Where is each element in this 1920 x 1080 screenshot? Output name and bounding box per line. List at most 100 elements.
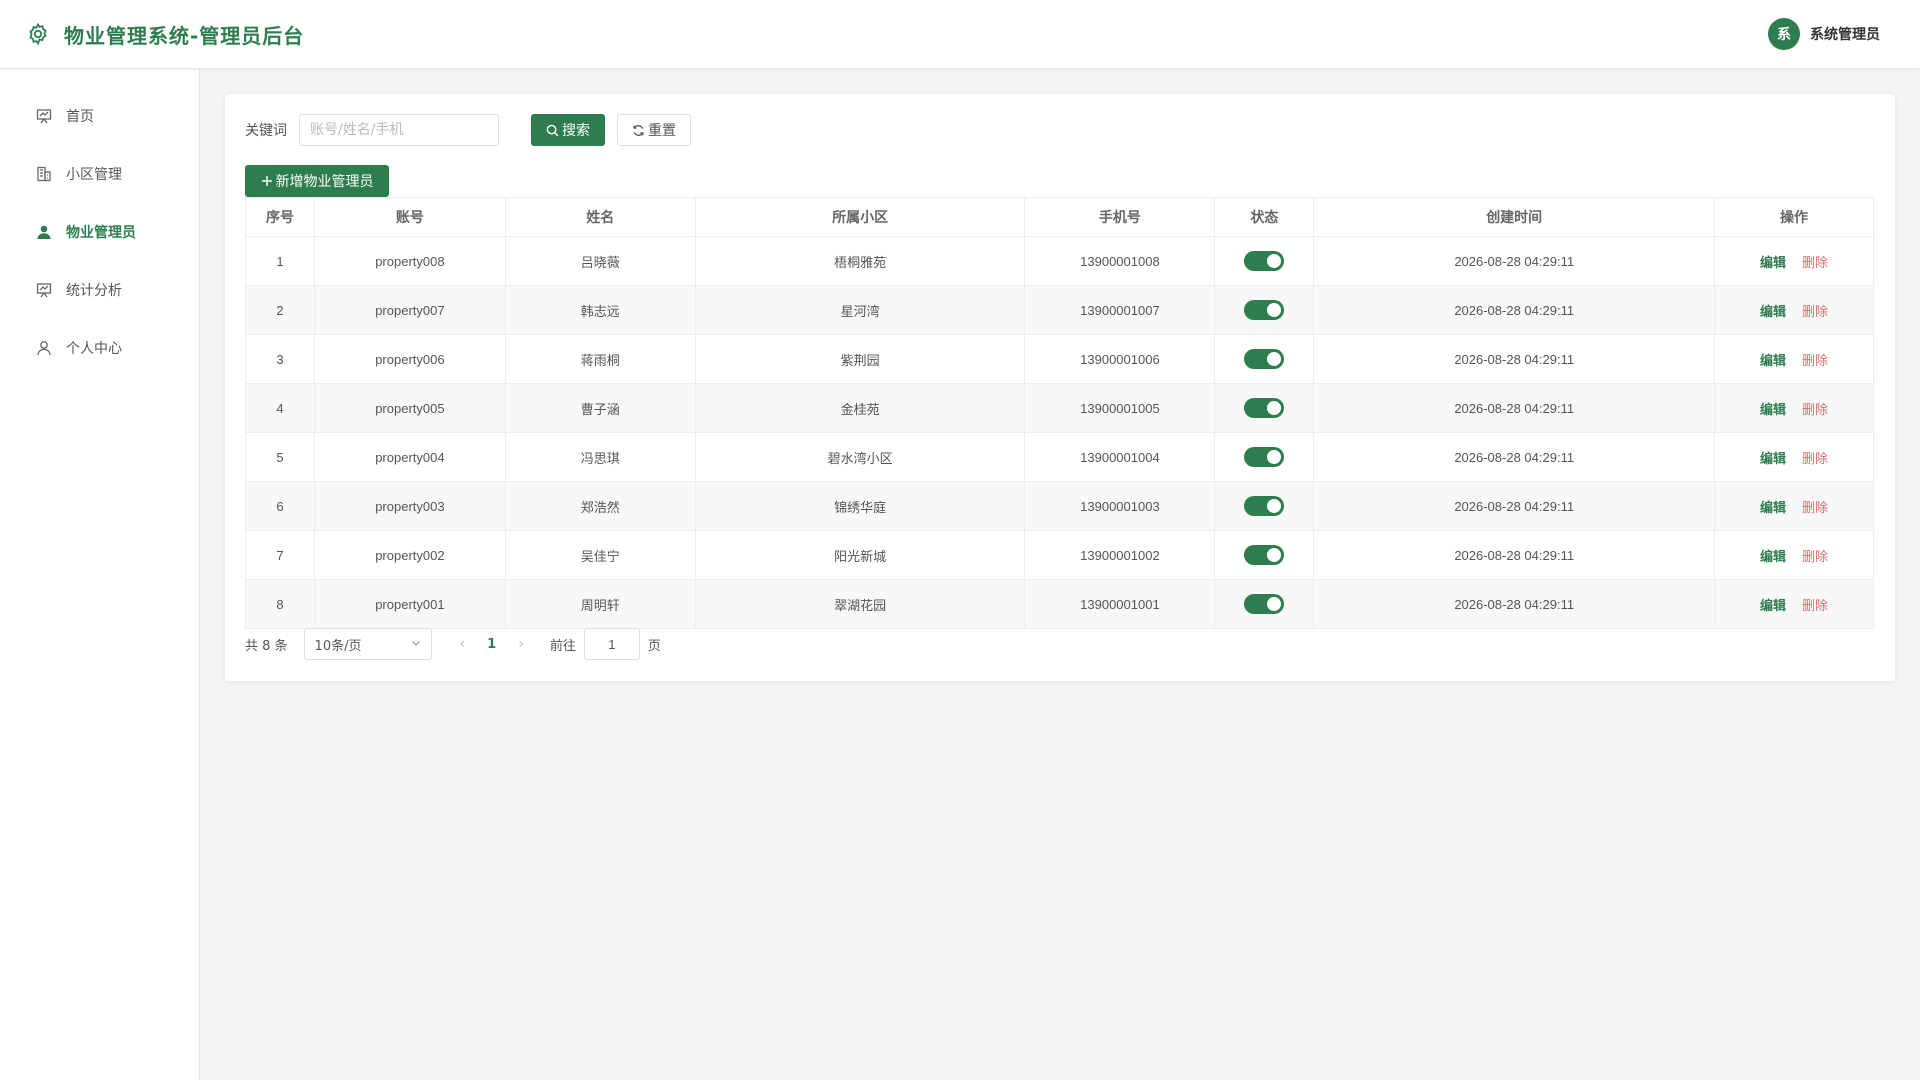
cell-created: 2026-08-28 04:29:11 <box>1313 285 1716 335</box>
search-icon <box>546 124 559 137</box>
goto-page-input[interactable] <box>583 628 640 660</box>
cell-status <box>1214 530 1315 580</box>
cell-phone: 13900001007 <box>1024 285 1216 335</box>
cell-community: 翠湖花园 <box>694 579 1026 629</box>
delete-button[interactable]: 删除 <box>1802 353 1828 368</box>
prev-page-icon[interactable]: ‹ <box>460 636 466 652</box>
goto-label: 前往 <box>549 638 576 654</box>
status-toggle[interactable] <box>1244 545 1285 565</box>
cell-created: 2026-08-28 04:29:11 <box>1313 530 1716 580</box>
delete-button[interactable]: 删除 <box>1802 549 1828 564</box>
next-page-icon[interactable]: › <box>518 636 524 652</box>
sidebar-item-home[interactable]: 首页 <box>0 87 199 145</box>
cell-phone: 13900001001 <box>1024 579 1216 629</box>
reset-button[interactable]: 重置 <box>617 114 691 146</box>
cell-phone: 13900001004 <box>1024 432 1216 482</box>
cell-community: 星河湾 <box>694 285 1026 335</box>
cell-community: 紫荆园 <box>694 334 1026 384</box>
chevron-down-icon <box>411 637 421 652</box>
cell-community: 阳光新城 <box>694 530 1026 580</box>
user-filled-icon <box>36 224 52 240</box>
sidebar-item-community[interactable]: 小区管理 <box>0 145 199 203</box>
cell-name: 韩志远 <box>504 285 696 335</box>
status-toggle[interactable] <box>1244 349 1285 369</box>
building-icon <box>36 166 52 182</box>
delete-button[interactable]: 删除 <box>1802 304 1828 319</box>
goto-suffix: 页 <box>647 638 661 654</box>
status-toggle[interactable] <box>1244 251 1285 271</box>
keyword-input[interactable] <box>299 114 499 146</box>
edit-button[interactable]: 编辑 <box>1760 402 1786 417</box>
cell-account: property007 <box>313 285 506 335</box>
cell-name: 曹子涵 <box>504 383 696 433</box>
search-button[interactable]: 搜索 <box>531 114 605 146</box>
cell-index: 3 <box>245 334 315 384</box>
delete-button[interactable]: 删除 <box>1802 500 1828 515</box>
cell-actions: 编辑 删除 <box>1714 579 1874 629</box>
cell-name: 郑浩然 <box>504 481 696 531</box>
page-size-select[interactable]: 10条/页 <box>303 628 432 660</box>
table-body: 1 property008 吕晓薇 梧桐雅苑 13900001008 2026-08-28… <box>245 236 1874 629</box>
column-header-community: 所属小区 <box>694 197 1026 237</box>
column-header-name: 姓名 <box>504 197 696 237</box>
delete-button[interactable]: 删除 <box>1802 402 1828 417</box>
status-toggle[interactable] <box>1244 594 1285 614</box>
cell-actions: 编辑 删除 <box>1714 236 1874 286</box>
sidebar-item-property-admins[interactable]: 物业管理员 <box>0 203 199 261</box>
edit-button[interactable]: 编辑 <box>1760 255 1786 270</box>
cell-status <box>1214 236 1315 286</box>
sidebar-item-label: 小区管理 <box>66 167 122 183</box>
edit-button[interactable]: 编辑 <box>1760 549 1786 564</box>
cell-status <box>1214 432 1315 482</box>
cell-account: property001 <box>313 579 506 629</box>
delete-button[interactable]: 删除 <box>1802 451 1828 466</box>
property-admin-table: 序号 账号 姓名 所属小区 手机号 状态 创建时间 操作 1 property00… <box>245 197 1874 629</box>
cell-created: 2026-08-28 04:29:11 <box>1313 579 1716 629</box>
cell-actions: 编辑 删除 <box>1714 285 1874 335</box>
cell-index: 2 <box>245 285 315 335</box>
page-number-current[interactable]: 1 <box>487 637 496 652</box>
table-row: 8 property001 周明轩 翠湖花园 13900001001 2026-08-28… <box>245 579 1874 629</box>
cell-status <box>1214 481 1315 531</box>
delete-button[interactable]: 删除 <box>1802 598 1828 613</box>
edit-button[interactable]: 编辑 <box>1760 353 1786 368</box>
app-title: 物业管理系统-管理员后台 <box>64 23 305 48</box>
cell-community: 碧水湾小区 <box>694 432 1026 482</box>
status-toggle[interactable] <box>1244 496 1285 516</box>
avatar[interactable]: 系 <box>1768 18 1800 50</box>
cell-actions: 编辑 删除 <box>1714 334 1874 384</box>
sidebar-item-statistics[interactable]: 统计分析 <box>0 261 199 319</box>
cell-phone: 13900001005 <box>1024 383 1216 433</box>
edit-button[interactable]: 编辑 <box>1760 500 1786 515</box>
cell-account: property005 <box>313 383 506 433</box>
table-row: 2 property007 韩志远 星河湾 13900001007 2026-08-28 … <box>245 285 1874 335</box>
add-property-admin-button[interactable]: 新增物业管理员 <box>245 165 389 197</box>
cell-account: property003 <box>313 481 506 531</box>
status-toggle[interactable] <box>1244 398 1285 418</box>
cell-phone: 13900001006 <box>1024 334 1216 384</box>
status-toggle[interactable] <box>1244 300 1285 320</box>
status-toggle[interactable] <box>1244 447 1285 467</box>
delete-button[interactable]: 删除 <box>1802 255 1828 270</box>
cell-created: 2026-08-28 04:29:11 <box>1313 481 1716 531</box>
column-header-account: 账号 <box>313 197 506 237</box>
edit-button[interactable]: 编辑 <box>1760 304 1786 319</box>
content-card: 关键词 搜索 重置 新增物业管理员 <box>225 94 1895 681</box>
sidebar-item-label: 个人中心 <box>66 341 122 357</box>
cell-name: 周明轩 <box>504 579 696 629</box>
edit-button[interactable]: 编辑 <box>1760 451 1786 466</box>
search-bar: 关键词 搜索 重置 <box>245 114 691 146</box>
table-row: 3 property006 蒋雨桐 紫荆园 13900001006 2026-08-28 … <box>245 334 1874 384</box>
user-name[interactable]: 系统管理员 <box>1810 24 1880 44</box>
sidebar-item-label: 首页 <box>66 109 94 125</box>
cell-phone: 13900001002 <box>1024 530 1216 580</box>
gear-icon <box>24 20 52 48</box>
user-menu[interactable]: 系 系统管理员 <box>1768 18 1880 50</box>
add-button-label: 新增物业管理员 <box>275 174 374 190</box>
cell-account: property004 <box>313 432 506 482</box>
edit-button[interactable]: 编辑 <box>1760 598 1786 613</box>
sidebar-item-profile[interactable]: 个人中心 <box>0 319 199 377</box>
brand: 物业管理系统-管理员后台 <box>24 20 304 49</box>
cell-actions: 编辑 删除 <box>1714 383 1874 433</box>
presentation-board-icon <box>36 108 52 124</box>
